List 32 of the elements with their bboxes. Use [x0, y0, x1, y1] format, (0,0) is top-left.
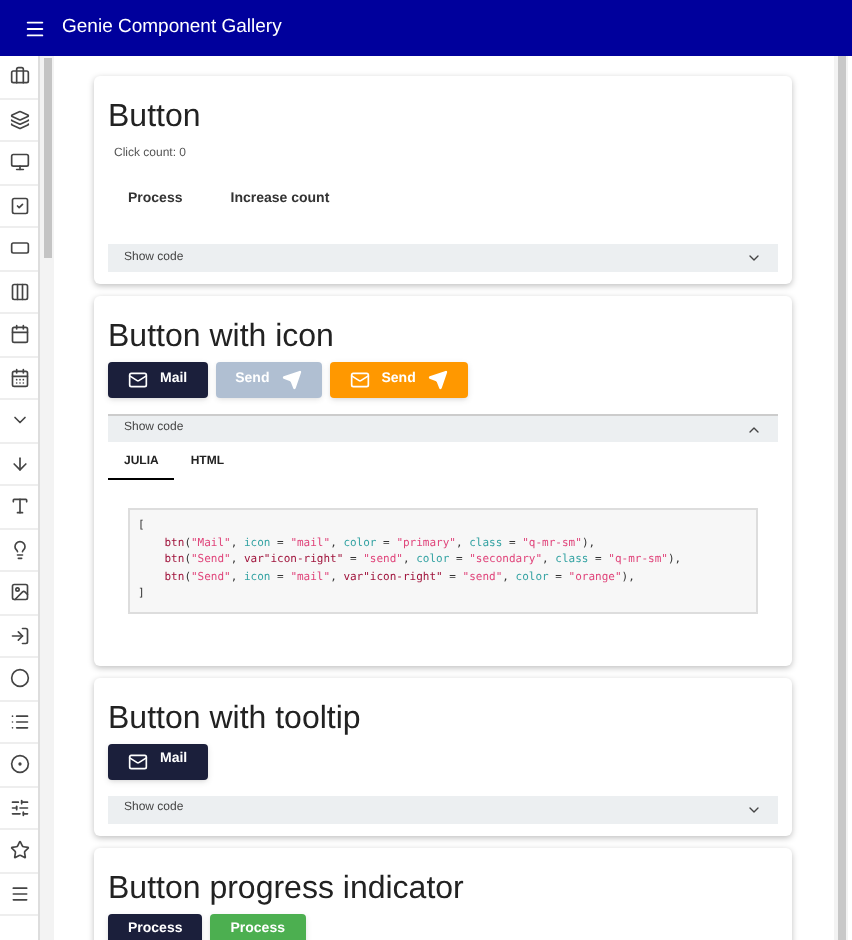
send-icon: [281, 370, 302, 390]
app-title: Genie Component Gallery: [62, 13, 282, 42]
briefcase-icon[interactable]: [9, 66, 29, 87]
caret-down-icon: [746, 250, 762, 266]
section-title: Button: [108, 98, 203, 138]
checkbox-icon[interactable]: [9, 195, 29, 216]
menu-icon[interactable]: [24, 17, 46, 39]
image-icon[interactable]: [9, 582, 29, 603]
rectangle-icon[interactable]: [9, 238, 29, 259]
scrollbar-thumb[interactable]: [43, 58, 51, 258]
mail-icon: [128, 370, 148, 390]
star-icon[interactable]: [9, 840, 29, 861]
columns-icon[interactable]: [9, 281, 29, 302]
arrow-down-icon[interactable]: [9, 453, 29, 474]
circle-icon[interactable]: [9, 668, 29, 689]
login-icon[interactable]: [9, 625, 29, 646]
mail-icon: [128, 751, 148, 771]
list-icon[interactable]: [9, 883, 29, 904]
scrollbar-thumb[interactable]: [837, 56, 845, 940]
text-icon[interactable]: [9, 496, 29, 517]
section-title: Button with tooltip: [108, 699, 363, 739]
monitor-icon[interactable]: [9, 152, 29, 173]
layers-icon[interactable]: [9, 109, 29, 130]
calendar-icon[interactable]: [9, 367, 29, 388]
send-icon: [427, 370, 448, 390]
calendar-icon[interactable]: [9, 324, 29, 345]
sliders-icon[interactable]: [9, 797, 29, 818]
lightbulb-icon[interactable]: [9, 539, 29, 560]
section-title: Button with icon: [108, 318, 336, 358]
section-title: Button progress indicator: [108, 869, 466, 909]
radio-icon[interactable]: [9, 754, 29, 775]
mail-icon: [349, 370, 370, 390]
